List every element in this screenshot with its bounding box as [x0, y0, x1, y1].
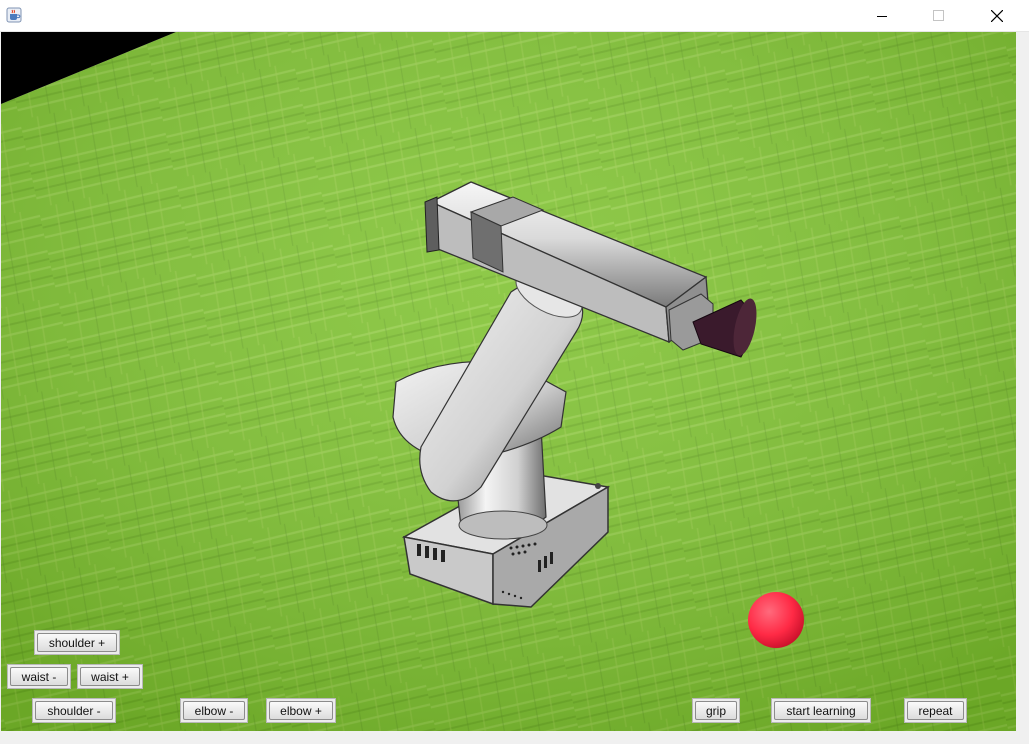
shoulder-minus-button[interactable]: shoulder -	[32, 698, 116, 723]
elbow-minus-button[interactable]: elbow -	[180, 698, 248, 723]
start-learning-button[interactable]: start learning	[771, 698, 871, 723]
close-icon	[991, 9, 1003, 22]
maximize-icon	[932, 10, 944, 21]
3d-viewport[interactable]	[1, 32, 1016, 731]
java-cup-icon	[6, 7, 22, 23]
elbow-minus-label: elbow -	[183, 701, 245, 720]
repeat-button[interactable]: repeat	[904, 698, 967, 723]
repeat-label: repeat	[907, 701, 964, 720]
start-learning-label: start learning	[774, 701, 868, 720]
grip-button[interactable]: grip	[692, 698, 740, 723]
shoulder-minus-label: shoulder -	[35, 701, 113, 720]
shoulder-plus-label: shoulder +	[37, 633, 117, 652]
elbow-plus-label: elbow +	[269, 701, 333, 720]
elbow-plus-button[interactable]: elbow +	[266, 698, 336, 723]
waist-plus-button[interactable]: waist +	[77, 664, 143, 689]
target-ball[interactable]	[748, 592, 804, 648]
waist-minus-button[interactable]: waist -	[7, 664, 71, 689]
minimize-button[interactable]	[859, 0, 905, 31]
shoulder-plus-button[interactable]: shoulder +	[34, 630, 120, 655]
title-bar	[0, 0, 1029, 32]
window-bottom-edge	[0, 731, 1029, 744]
maximize-button[interactable]	[915, 0, 961, 31]
close-button[interactable]	[974, 0, 1020, 31]
waist-plus-label: waist +	[80, 667, 140, 686]
waist-minus-label: waist -	[10, 667, 68, 686]
grip-label: grip	[695, 701, 737, 720]
window-right-edge	[1016, 32, 1029, 744]
minimize-icon	[877, 15, 887, 17]
